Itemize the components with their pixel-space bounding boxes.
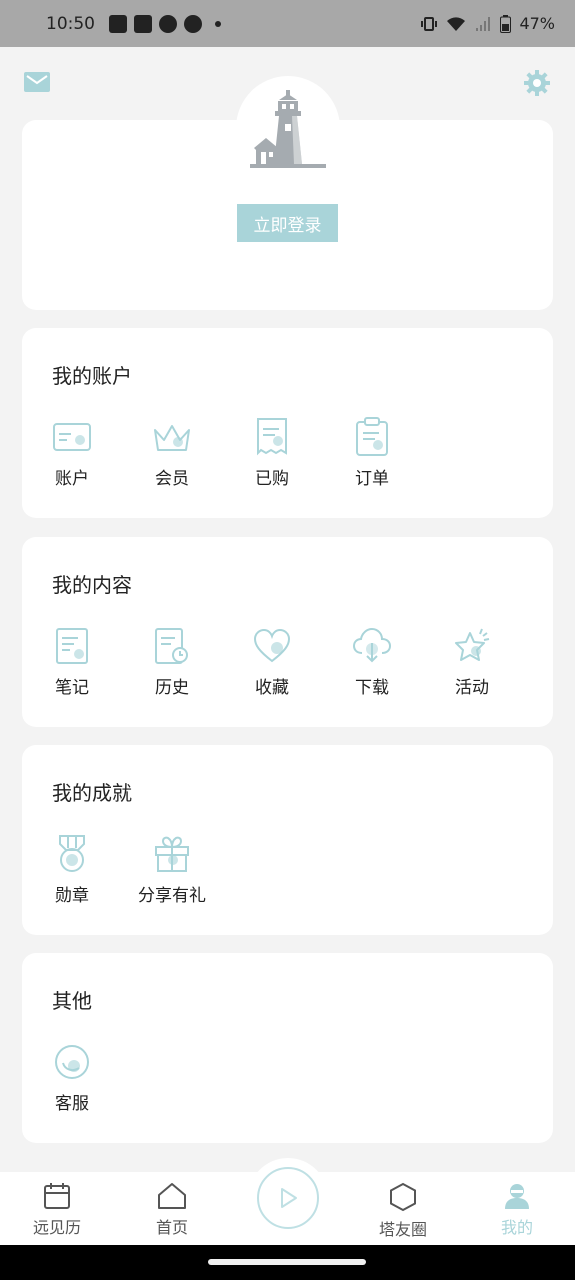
- play-icon: [281, 1188, 297, 1208]
- card-icon: [51, 416, 93, 458]
- vibrate-icon: [421, 16, 438, 31]
- nav-profile[interactable]: 我的: [477, 1182, 557, 1238]
- play-button[interactable]: [257, 1167, 319, 1229]
- membership-item[interactable]: 会员: [122, 416, 222, 489]
- account-section: 我的账户 账户 会员 已购 订单: [22, 328, 553, 518]
- gift-icon: [151, 833, 193, 875]
- notes-item[interactable]: 笔记: [22, 625, 122, 698]
- shopping-bag-icon: [109, 14, 127, 33]
- activities-item[interactable]: 活动: [422, 625, 522, 698]
- medal-icon: [51, 833, 93, 875]
- note-icon: [51, 625, 93, 667]
- favorites-item[interactable]: 收藏: [222, 625, 322, 698]
- downloads-item[interactable]: 下载: [322, 625, 422, 698]
- app-notification-icon: [159, 14, 177, 33]
- home-icon: [158, 1183, 186, 1209]
- player-button-wrap: [248, 1158, 328, 1238]
- achievements-section: 我的成就 勋章 分享有礼: [22, 745, 553, 935]
- shopping-bag-icon: [134, 14, 152, 33]
- cloud-download-icon: [351, 625, 393, 667]
- share-gift-item[interactable]: 分享有礼: [122, 833, 222, 906]
- battery-percent: 47%: [519, 14, 555, 33]
- nav-calendar[interactable]: 远见历: [17, 1182, 97, 1238]
- customer-service-item[interactable]: 客服: [22, 1041, 122, 1114]
- battery-icon: [500, 14, 512, 33]
- account-item[interactable]: 账户: [22, 416, 122, 489]
- more-notifications-icon: [215, 20, 221, 27]
- avatar[interactable]: [236, 76, 340, 180]
- profile-icon: [505, 1184, 529, 1209]
- nav-community[interactable]: 塔友圈: [363, 1182, 443, 1240]
- section-title: 我的账户: [52, 364, 132, 388]
- home-indicator[interactable]: [208, 1259, 366, 1265]
- settings-gear-icon[interactable]: [523, 69, 551, 101]
- calendar-icon: [44, 1183, 70, 1209]
- support-icon: [51, 1041, 93, 1083]
- crown-icon: [151, 416, 193, 458]
- app-notification-icon: [184, 14, 202, 33]
- lighthouse-avatar-icon: [250, 90, 326, 168]
- login-button[interactable]: 立即登录: [237, 204, 338, 242]
- orders-item[interactable]: 订单: [322, 416, 422, 489]
- content-section: 我的内容 笔记 历史 收藏 下载 活动: [22, 537, 553, 727]
- star-icon: [451, 625, 493, 667]
- receipt-icon: [251, 416, 293, 458]
- other-section: 其他 客服: [22, 953, 553, 1143]
- bottom-nav: 远见历 首页 塔友圈 我的: [0, 1158, 575, 1245]
- section-title: 我的成就: [52, 781, 132, 805]
- wifi-icon: [447, 16, 466, 31]
- status-bar: 10:50 47%: [0, 0, 575, 47]
- section-title: 其他: [52, 989, 92, 1013]
- mail-icon[interactable]: [23, 70, 51, 98]
- hexagon-icon: [390, 1182, 416, 1212]
- nav-home[interactable]: 首页: [132, 1182, 212, 1238]
- medals-item[interactable]: 勋章: [22, 833, 122, 906]
- clipboard-icon: [351, 416, 393, 458]
- history-item[interactable]: 历史: [122, 625, 222, 698]
- purchased-item[interactable]: 已购: [222, 416, 322, 489]
- status-time: 10:50: [46, 13, 95, 34]
- heart-icon: [251, 625, 293, 667]
- history-icon: [151, 625, 193, 667]
- section-title: 我的内容: [52, 573, 132, 597]
- notification-icons: [109, 14, 221, 33]
- signal-icon: [476, 16, 491, 31]
- system-navigation-bar: [0, 1245, 575, 1280]
